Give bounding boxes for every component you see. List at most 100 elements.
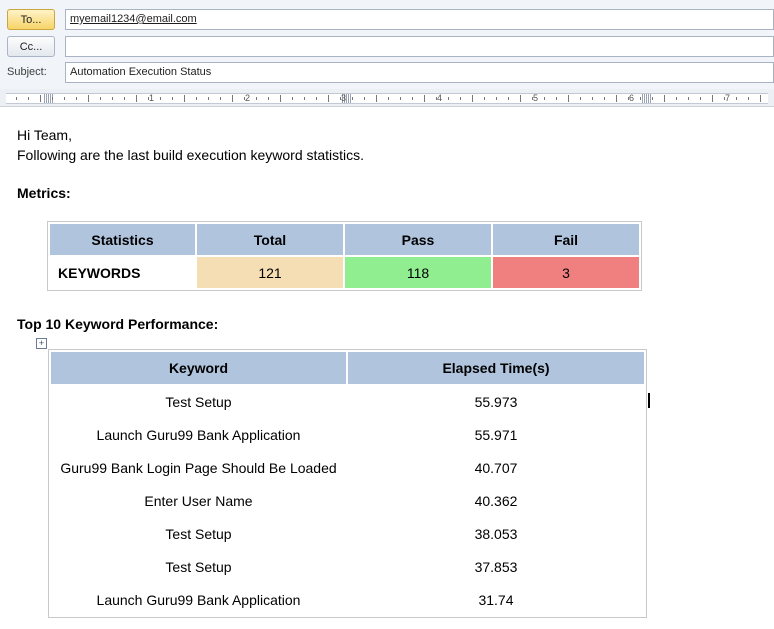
ruler-tick — [448, 97, 449, 100]
perf-header-row: Keyword Elapsed Time(s) — [51, 352, 644, 384]
ruler-tick — [76, 97, 77, 100]
keyword-cell: Enter User Name — [144, 492, 253, 509]
ruler-tick — [340, 97, 341, 100]
performance-heading: Top 10 Keyword Performance: — [17, 316, 219, 332]
pass-cell: 118 — [345, 257, 491, 288]
ruler[interactable]: 1 2 3 4 5 6 7 — [0, 89, 774, 107]
keyword-performance-table: Keyword Elapsed Time(s) Test Setup 55.97… — [48, 349, 647, 618]
ruler-number: 7 — [725, 93, 731, 103]
elapsed-time-cell: 40.707 — [474, 459, 518, 476]
ruler-tick — [352, 97, 353, 100]
table-row: Launch Guru99 Bank Application 31.74 — [51, 584, 644, 615]
ruler-tick — [520, 95, 521, 102]
ruler-tick — [400, 97, 401, 100]
ruler-column-marker[interactable] — [642, 94, 651, 103]
table-row: Test Setup 55.973 — [51, 386, 644, 417]
metrics-header-cell: Statistics — [50, 224, 195, 255]
ruler-tick — [532, 97, 533, 100]
ruler-tick — [628, 97, 629, 100]
ruler-tick — [556, 97, 557, 100]
keyword-cell: Guru99 Bank Login Page Should Be Loaded — [60, 459, 337, 476]
metrics-row-label: KEYWORDS — [50, 257, 195, 288]
table-move-handle-icon[interactable]: + — [36, 338, 47, 349]
ruler-tick — [736, 97, 737, 100]
ruler-tick — [196, 97, 197, 100]
ruler-tick — [748, 97, 749, 100]
ruler-tick — [232, 95, 233, 102]
ruler-tick — [100, 97, 101, 100]
ruler-tick — [40, 95, 41, 102]
table-row: Guru99 Bank Login Page Should Be Loaded … — [51, 452, 644, 483]
ruler-tick — [580, 97, 581, 100]
metrics-header-row: Statistics Total Pass Fail — [50, 224, 639, 255]
ruler-tick — [652, 97, 653, 100]
to-button[interactable]: To... — [7, 9, 55, 30]
ruler-tick — [616, 95, 617, 102]
ruler-tick — [292, 97, 293, 100]
ruler-tick — [508, 97, 509, 100]
ruler-tick — [364, 97, 365, 100]
subject-label: Subject: — [7, 66, 47, 78]
elapsed-time-cell: 55.971 — [474, 426, 518, 443]
ruler-tick — [268, 97, 269, 100]
ruler-number: 5 — [533, 93, 539, 103]
table-row: Launch Guru99 Bank Application 55.971 — [51, 419, 644, 450]
ruler-tick — [496, 97, 497, 100]
ruler-tick — [436, 97, 437, 100]
elapsed-time-cell: 31.74 — [478, 591, 514, 608]
ruler-tick — [544, 97, 545, 100]
ruler-tick — [124, 97, 125, 100]
ruler-tick — [88, 95, 89, 102]
ruler-tick — [640, 97, 641, 100]
perf-header-cell: Keyword — [51, 352, 346, 384]
keyword-cell: Test Setup — [165, 393, 232, 410]
keyword-cell: Launch Guru99 Bank Application — [96, 591, 301, 608]
ruler-tick — [604, 97, 605, 100]
ruler-tick — [664, 95, 665, 102]
metrics-data-row: KEYWORDS 121 118 3 — [50, 257, 639, 288]
ruler-tick — [700, 97, 701, 100]
elapsed-time-cell: 37.853 — [474, 558, 518, 575]
ruler-tick — [172, 97, 173, 100]
ruler-tick — [484, 97, 485, 100]
metrics-header-cell: Pass — [345, 224, 491, 255]
ruler-tick — [472, 95, 473, 102]
ruler-tick — [376, 95, 377, 102]
ruler-strip[interactable]: 1 2 3 4 5 6 7 — [6, 93, 768, 104]
ruler-tick — [28, 97, 29, 100]
ruler-tick — [136, 95, 137, 102]
to-field[interactable]: myemail1234@email.com — [65, 9, 774, 30]
cc-button[interactable]: Cc... — [7, 36, 55, 57]
ruler-number: 4 — [437, 93, 443, 103]
subject-field[interactable]: Automation Execution Status — [65, 62, 774, 83]
keyword-cell: Launch Guru99 Bank Application — [96, 426, 301, 443]
elapsed-time-cell: 40.362 — [474, 492, 518, 509]
ruler-number: 1 — [149, 93, 155, 103]
ruler-tick — [16, 97, 17, 100]
ruler-tick — [568, 95, 569, 102]
ruler-tick — [760, 95, 761, 102]
perf-header-cell: Elapsed Time(s) — [348, 352, 644, 384]
message-header: To... myemail1234@email.com Cc... Subjec… — [0, 0, 774, 90]
cc-field[interactable] — [65, 36, 774, 57]
elapsed-time-cell: 38.053 — [474, 525, 518, 542]
total-cell: 121 — [197, 257, 343, 288]
table-row: Enter User Name 40.362 — [51, 485, 644, 516]
ruler-tick — [676, 97, 677, 100]
ruler-tick — [424, 95, 425, 102]
ruler-tick — [592, 97, 593, 100]
greeting-text: Hi Team, — [17, 127, 72, 143]
ruler-tick — [160, 97, 161, 100]
metrics-table: Statistics Total Pass Fail KEYWORDS 121 … — [47, 221, 642, 291]
keyword-cell: Test Setup — [165, 558, 232, 575]
recipient-address[interactable]: myemail1234@email.com — [70, 13, 197, 25]
ruler-tick — [184, 95, 185, 102]
table-row: Test Setup 37.853 — [51, 551, 644, 582]
message-body[interactable]: Hi Team, Following are the last build ex… — [0, 107, 774, 629]
ruler-tick — [412, 97, 413, 100]
ruler-tick — [280, 95, 281, 102]
intro-text: Following are the last build execution k… — [17, 147, 365, 163]
ruler-number: 6 — [629, 93, 635, 103]
text-cursor — [648, 393, 650, 408]
ruler-number: 2 — [245, 93, 251, 103]
